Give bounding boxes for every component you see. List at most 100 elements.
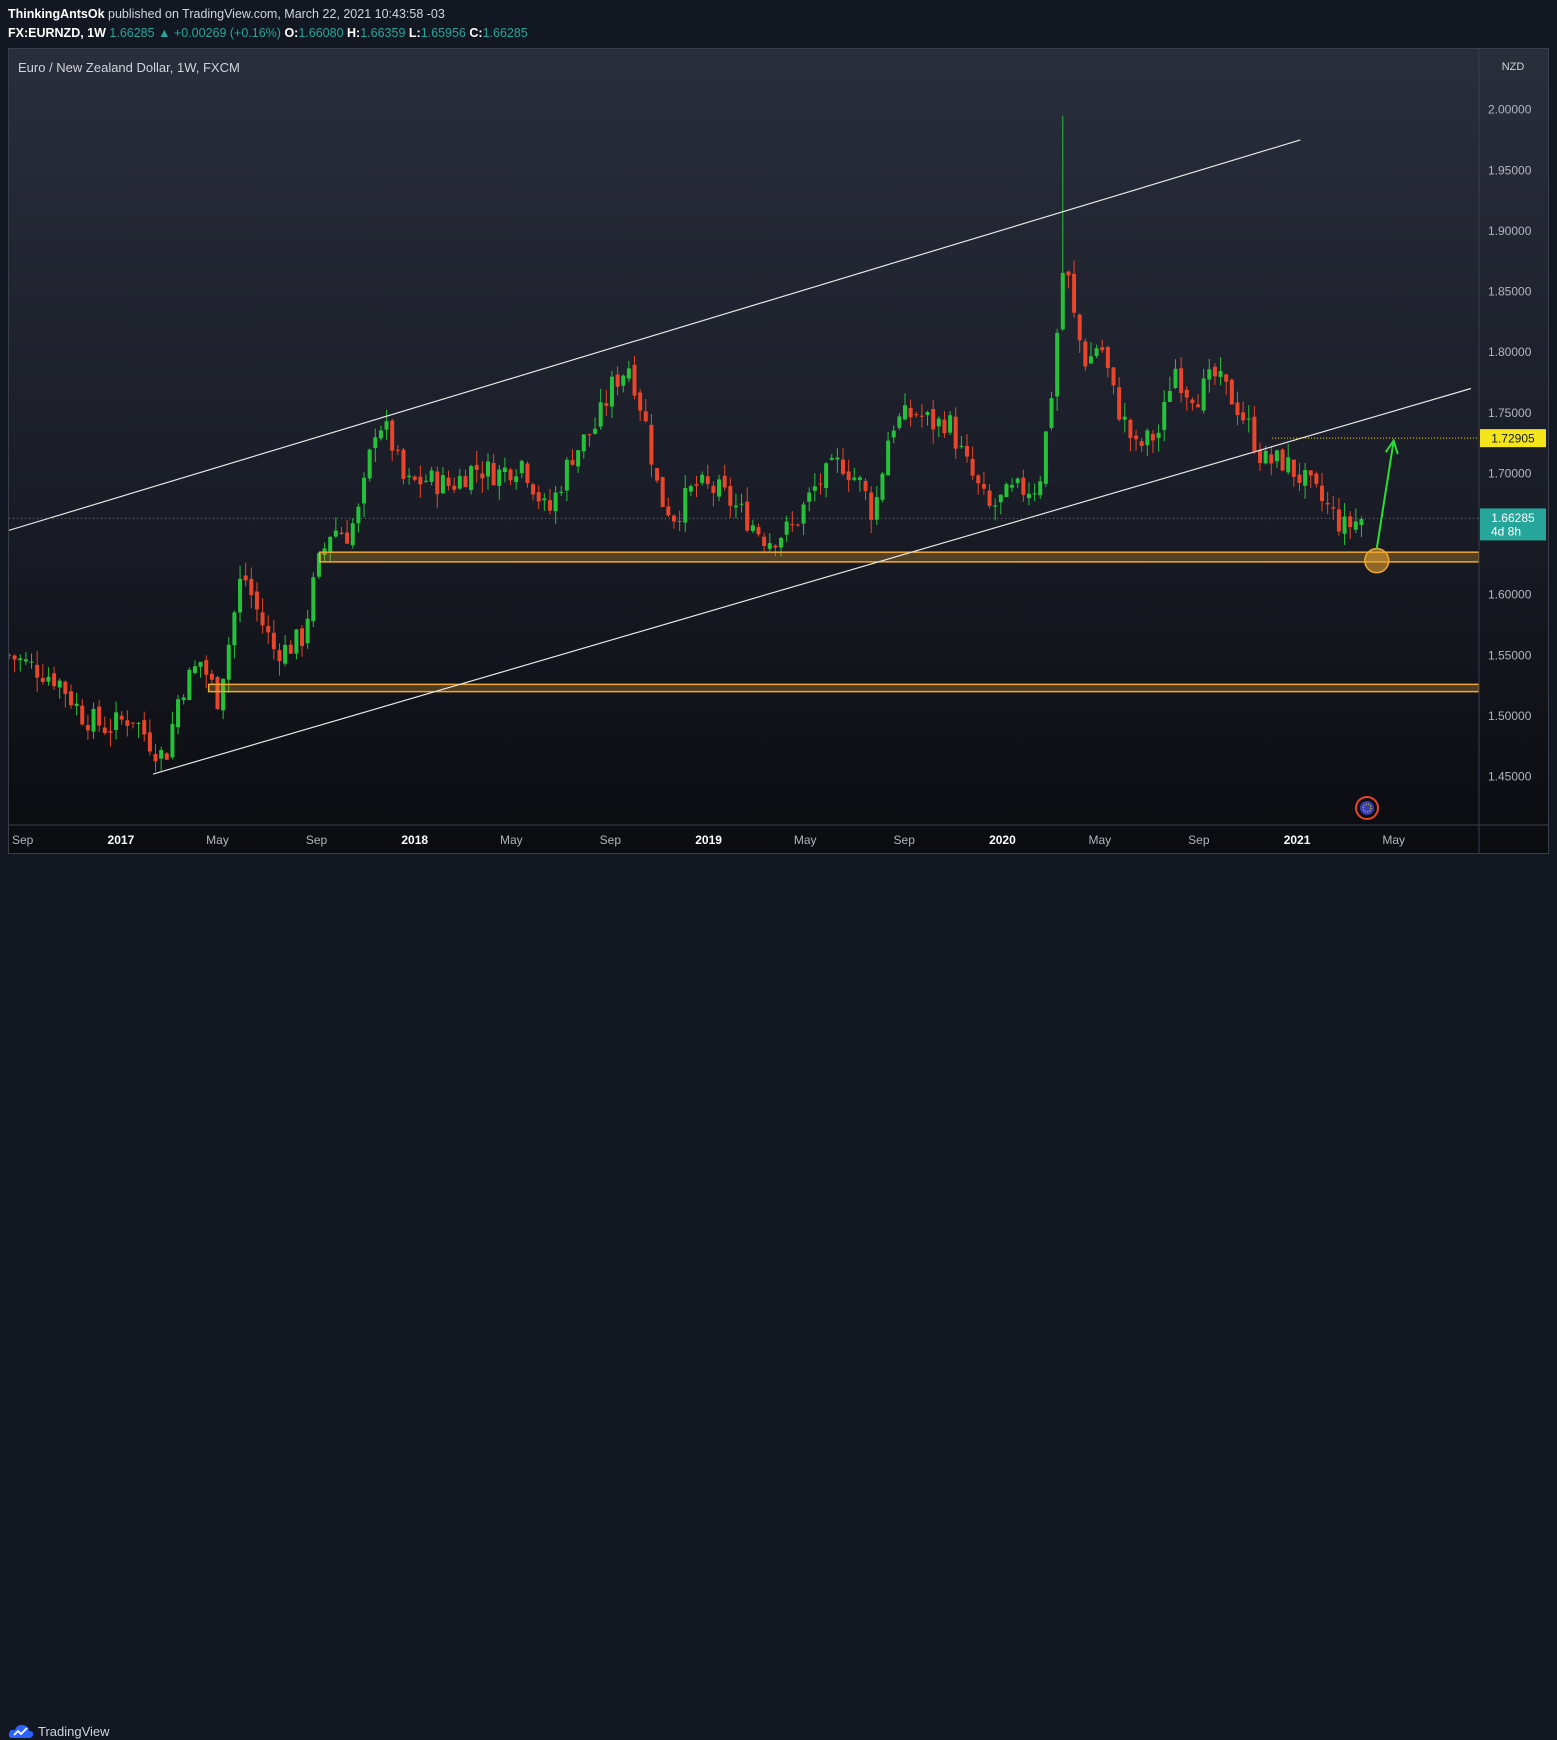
candle-body[interactable] (1308, 470, 1313, 476)
candle-body[interactable] (1015, 478, 1020, 484)
candle-body[interactable] (1105, 347, 1110, 369)
candle-body[interactable] (1162, 401, 1167, 430)
candle-body[interactable] (491, 462, 496, 486)
candle-body[interactable] (1156, 432, 1161, 439)
candle-body[interactable] (615, 374, 620, 387)
candle-body[interactable] (942, 419, 947, 434)
candle-body[interactable] (1353, 521, 1358, 530)
candle-body[interactable] (367, 449, 372, 479)
candle-body[interactable] (23, 659, 28, 662)
candle-body[interactable] (1055, 332, 1060, 397)
candle-body[interactable] (80, 705, 85, 725)
candle-body[interactable] (852, 477, 857, 480)
candle-body[interactable] (1026, 493, 1031, 499)
candle-body[interactable] (1128, 419, 1133, 438)
candle-body[interactable] (542, 498, 547, 501)
candle-body[interactable] (931, 408, 936, 430)
candle-body[interactable] (733, 505, 738, 508)
candle-body[interactable] (85, 725, 90, 731)
chart-svg[interactable]: 2.00000 1.95000 1.90000 1.85000 1.80000 1.750… (9, 49, 1548, 853)
candle-body[interactable] (130, 722, 135, 724)
candle-body[interactable] (457, 476, 462, 489)
candle-body[interactable] (170, 723, 175, 758)
candle-body[interactable] (362, 477, 367, 504)
candle-body[interactable] (666, 506, 671, 516)
candle-body[interactable] (643, 411, 648, 422)
candle-body[interactable] (767, 543, 772, 549)
candle-body[interactable] (762, 536, 767, 546)
support-zone-upper[interactable] (318, 551, 1479, 563)
candle-body[interactable] (429, 470, 434, 482)
candle-body[interactable] (587, 434, 592, 436)
candle-body[interactable] (1032, 493, 1037, 495)
candle-body[interactable] (114, 712, 119, 730)
candle-body[interactable] (125, 720, 130, 726)
candle-body[interactable] (1043, 431, 1048, 484)
candle-body[interactable] (1173, 368, 1178, 388)
candle-body[interactable] (350, 523, 355, 546)
candle-body[interactable] (9, 654, 11, 656)
candle-body[interactable] (1263, 450, 1268, 464)
candle-body[interactable] (1150, 433, 1155, 441)
candle-body[interactable] (626, 368, 631, 379)
candle-body[interactable] (502, 467, 507, 473)
candle-body[interactable] (700, 474, 705, 483)
candle-body[interactable] (750, 525, 755, 532)
candle-body[interactable] (1122, 416, 1127, 420)
candle-body[interactable] (176, 699, 181, 728)
candle-body[interactable] (683, 488, 688, 523)
symbol-name[interactable]: FX:EURNZD, 1W (8, 26, 106, 40)
candle-body[interactable] (581, 434, 586, 452)
candle-body[interactable] (1049, 398, 1054, 429)
candle-body[interactable] (655, 468, 660, 481)
candle-body[interactable] (57, 680, 62, 688)
candle-body[interactable] (91, 708, 96, 732)
candle-body[interactable] (1241, 412, 1246, 421)
candle-body[interactable] (1117, 387, 1122, 420)
candle-body[interactable] (249, 578, 254, 596)
candle-body[interactable] (835, 457, 840, 460)
candle-body[interactable] (373, 437, 378, 449)
candle-body[interactable] (469, 466, 474, 491)
candle-body[interactable] (745, 501, 750, 531)
candle-body[interactable] (970, 458, 975, 476)
candle-body[interactable] (1060, 272, 1065, 330)
candle-body[interactable] (1190, 399, 1195, 404)
candle-body[interactable] (638, 392, 643, 411)
candle-body[interactable] (463, 476, 468, 488)
candle-body[interactable] (271, 632, 276, 650)
candle-body[interactable] (976, 475, 981, 484)
candle-body[interactable] (1184, 389, 1189, 398)
candle-body[interactable] (688, 486, 693, 492)
candle-body[interactable] (525, 463, 530, 483)
candle-body[interactable] (119, 715, 124, 720)
candle-body[interactable] (52, 673, 57, 687)
candle-body[interactable] (288, 644, 293, 654)
candle-body[interactable] (266, 626, 271, 633)
candle-body[interactable] (356, 506, 361, 524)
candle-body[interactable] (959, 445, 964, 447)
candle-body[interactable] (1359, 518, 1364, 526)
candle-body[interactable] (18, 658, 23, 661)
candle-body[interactable] (35, 664, 40, 678)
candle-body[interactable] (739, 503, 744, 505)
candle-body[interactable] (452, 485, 457, 490)
candle-body[interactable] (1207, 369, 1212, 380)
candle-body[interactable] (857, 477, 862, 481)
candle-body[interactable] (209, 673, 214, 680)
candle-body[interactable] (953, 416, 958, 449)
candle-body[interactable] (1010, 484, 1015, 488)
candle-body[interactable] (1212, 366, 1217, 377)
candle-body[interactable] (570, 460, 575, 465)
candle-body[interactable] (1066, 271, 1071, 276)
candle-body[interactable] (29, 661, 34, 663)
candle-body[interactable] (108, 731, 113, 733)
candle-body[interactable] (869, 492, 874, 520)
candle-body[interactable] (1336, 509, 1341, 532)
candle-body[interactable] (159, 749, 164, 759)
candle-body[interactable] (531, 484, 536, 495)
candle-body[interactable] (277, 650, 282, 662)
candle-body[interactable] (221, 678, 226, 711)
support-zone-lower[interactable] (207, 683, 1479, 693)
candle-body[interactable] (424, 480, 429, 482)
